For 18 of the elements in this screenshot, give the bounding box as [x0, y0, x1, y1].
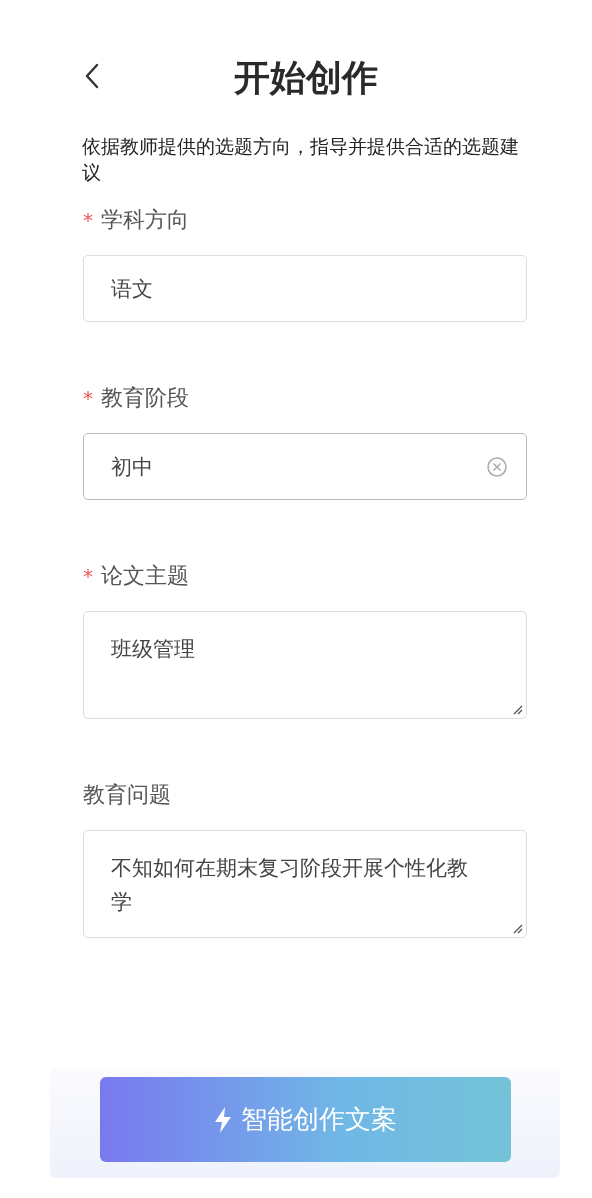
page-title: 开始创作	[234, 55, 378, 100]
required-mark: *	[83, 208, 93, 232]
lightning-icon	[213, 1105, 233, 1134]
description-text: 依据教师提供的选题方向，指导并提供合适的选题建议	[82, 135, 520, 185]
field-label: 论文主题	[101, 562, 189, 590]
input-field[interactable]: 语文	[83, 255, 527, 322]
field-label: 教育阶段	[101, 384, 189, 412]
input-field[interactable]: 初中	[83, 433, 527, 500]
field-label: 学科方向	[101, 206, 189, 234]
text-area[interactable]: 不知如何在期末复习阶段开展个性化教学	[83, 830, 527, 938]
resize-handle-icon[interactable]	[511, 703, 523, 715]
text-area[interactable]: 班级管理	[83, 611, 527, 719]
field-label: 教育问题	[83, 781, 171, 809]
required-mark: *	[83, 386, 93, 410]
back-icon	[84, 62, 100, 90]
resize-handle-icon[interactable]	[511, 922, 523, 934]
back-button[interactable]	[84, 62, 100, 90]
required-mark: *	[83, 564, 93, 588]
